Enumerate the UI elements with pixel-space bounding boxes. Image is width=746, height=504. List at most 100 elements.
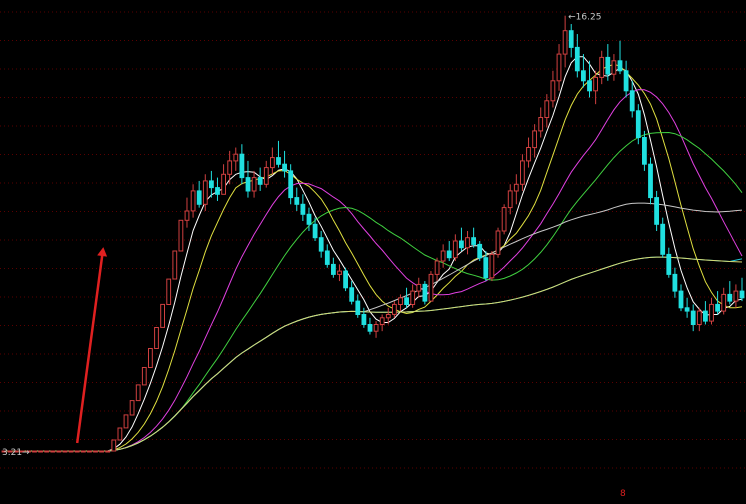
- candle: [562, 15, 568, 68]
- candle: [337, 264, 342, 282]
- candle: [501, 204, 507, 235]
- candle-body: [276, 157, 281, 165]
- candle: [507, 184, 513, 215]
- candle-body: [117, 427, 123, 441]
- candle: [56, 450, 62, 453]
- candle: [459, 227, 464, 252]
- candle: [355, 294, 361, 318]
- candle-body: [654, 197, 660, 225]
- candle-body: [129, 400, 135, 416]
- candle: [324, 244, 330, 268]
- candle: [62, 450, 68, 453]
- candle-body: [324, 250, 330, 265]
- candle-body: [465, 237, 470, 249]
- ma-line-5: [4, 56, 743, 452]
- candle-body: [355, 300, 361, 316]
- candle: [141, 367, 147, 386]
- candle: [709, 297, 714, 325]
- annotations: ←16.25 3.21→ 8: [2, 13, 626, 499]
- candle: [32, 450, 37, 453]
- candle-body: [501, 207, 507, 232]
- candle: [105, 450, 111, 453]
- ma-line-20: [4, 89, 743, 452]
- candle-body: [166, 278, 172, 306]
- candle-body: [123, 414, 129, 429]
- candle: [38, 450, 44, 453]
- candle-body: [648, 163, 653, 199]
- candle-body: [233, 153, 239, 162]
- candle-body: [715, 303, 721, 312]
- candle: [282, 150, 288, 178]
- candle-body: [678, 290, 684, 309]
- candle: [209, 170, 214, 198]
- candle-body: [483, 257, 489, 279]
- candle-body: [227, 160, 233, 175]
- candle: [148, 348, 153, 368]
- candle: [416, 277, 422, 298]
- candle-body: [306, 213, 312, 225]
- candle-body: [141, 367, 147, 386]
- candle-body: [135, 384, 141, 402]
- candle-body: [721, 293, 727, 312]
- candle-body: [526, 147, 531, 162]
- candle: [270, 147, 275, 175]
- candle-body: [446, 250, 452, 259]
- candle: [190, 184, 196, 218]
- candle-body: [38, 450, 44, 453]
- moving-average-lines: [4, 56, 743, 452]
- candle: [672, 267, 678, 298]
- candle: [276, 140, 281, 168]
- candle-body: [623, 70, 629, 92]
- low-price-label: 3.21→: [2, 448, 30, 458]
- candle-body: [349, 287, 355, 302]
- candle-body: [172, 250, 178, 280]
- candle-body: [154, 327, 159, 349]
- candle-body: [666, 253, 672, 275]
- candle-body: [599, 56, 605, 78]
- candle: [446, 241, 452, 262]
- candle-body: [556, 53, 562, 82]
- candle-body: [477, 243, 483, 259]
- candle: [654, 190, 660, 231]
- candle-body: [410, 290, 416, 306]
- candle: [715, 291, 721, 315]
- candlestick-chart[interactable]: ←16.25 3.21→ 8: [0, 0, 746, 500]
- candle: [410, 284, 416, 308]
- candle: [87, 450, 92, 453]
- candle-body: [538, 117, 544, 132]
- candle-body: [392, 303, 397, 315]
- candle-body: [660, 223, 666, 255]
- candle-body: [148, 348, 153, 368]
- candle-body: [87, 450, 92, 453]
- candle: [221, 164, 226, 195]
- candle: [135, 384, 141, 402]
- candle: [93, 450, 98, 453]
- candle-body: [416, 283, 422, 292]
- candle-body: [361, 314, 367, 325]
- candle: [733, 284, 739, 308]
- candle: [166, 278, 172, 306]
- candles: [1, 15, 745, 453]
- candle-body: [373, 324, 379, 332]
- candle: [660, 217, 666, 258]
- candle: [349, 281, 355, 305]
- candle: [520, 154, 525, 191]
- candle-body: [684, 307, 690, 312]
- candle-body: [440, 250, 446, 262]
- candle: [227, 150, 233, 185]
- candle: [294, 187, 300, 211]
- candle-body: [428, 273, 434, 302]
- candle: [404, 287, 410, 308]
- candle-body: [68, 450, 74, 453]
- candle: [465, 231, 470, 255]
- candle-body: [507, 190, 513, 209]
- candle: [599, 50, 605, 85]
- arrow-shaft: [75, 250, 105, 444]
- candle: [239, 144, 245, 185]
- candle-body: [581, 70, 586, 82]
- candle: [373, 321, 379, 338]
- candle: [739, 277, 745, 302]
- high-price-label: ←16.25: [568, 13, 601, 23]
- candle-body: [74, 450, 80, 453]
- candle-body: [617, 60, 623, 72]
